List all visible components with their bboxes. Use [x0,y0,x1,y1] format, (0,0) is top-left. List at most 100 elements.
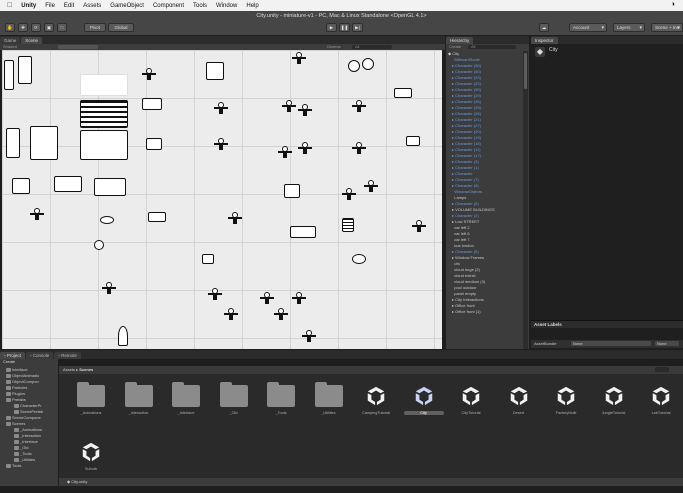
character-sprite[interactable] [364,180,378,192]
step-button[interactable]: ▶| [352,23,363,32]
door-sprite[interactable] [18,56,32,84]
character-sprite[interactable] [292,292,306,304]
tree-sprite[interactable] [118,326,128,346]
rotate-tool-button[interactable]: ⟳ [31,23,41,32]
tab-scene[interactable]: Scene [21,37,43,44]
menu-help[interactable]: Help [246,3,258,9]
asset-folder[interactable]: _Interface [166,382,206,415]
assetbundle-variant-dropdown[interactable]: None [655,341,679,346]
asset-scene[interactable]: JungleTutorial [594,385,634,415]
app-menu[interactable]: Unity [21,3,36,9]
car-sprite[interactable] [290,226,316,238]
asset-folder[interactable]: _Tools [261,382,301,415]
menu-component[interactable]: Component [153,3,184,9]
crate-sprite[interactable] [202,254,214,264]
play-button[interactable]: ▶ [326,23,337,32]
asset-scene[interactable]: FactoryMulti [546,385,586,415]
scrollbar-thumb[interactable] [524,53,527,89]
window-frame-sprite[interactable] [80,130,128,160]
window-sprite[interactable] [6,128,20,158]
window-blank-sprite[interactable] [80,74,128,96]
global-toggle[interactable]: Global [108,23,134,32]
character-sprite[interactable] [292,52,306,64]
menu-tools[interactable]: Tools [193,3,207,9]
asset-scene[interactable]: Suburb [71,441,111,471]
pivot-toggle[interactable]: Pivot [84,23,106,32]
tab-inspector[interactable]: Inspector [531,37,558,44]
washing-machine-sprite[interactable] [206,62,224,80]
hierarchy-row[interactable]: ▸ Office front (1) [446,309,522,315]
bench-sprite[interactable] [406,136,420,146]
asset-folder[interactable]: _Interaction [119,382,159,415]
character-sprite[interactable] [352,100,366,112]
box-sprite[interactable] [12,178,30,194]
asset-scene[interactable]: Desert [499,385,539,415]
layout-dropdown[interactable]: Scene + Ins [651,23,683,32]
sofa-sprite[interactable] [142,98,162,110]
project-tree-item[interactable]: Tools [0,463,58,469]
window-sprite[interactable] [30,126,58,160]
hierarchy-search-input[interactable]: All [468,45,516,49]
asset-scene[interactable]: CityTutorial [451,385,491,415]
wheel-sprite[interactable] [362,58,374,70]
character-sprite[interactable] [224,308,238,320]
board-sprite[interactable] [284,184,300,198]
asset-scene[interactable]: CampingTutorial [356,385,396,415]
shaded-dropdown[interactable]: Shaded [3,44,17,49]
asset-folder[interactable]: _Utilities [309,382,349,415]
character-sprite[interactable] [142,68,156,80]
breadcrumb-assets[interactable]: Assets [63,367,75,372]
character-sprite[interactable] [342,188,356,200]
character-sprite[interactable] [282,100,296,112]
breadcrumb-scenes[interactable]: Scenes [79,367,93,372]
vehicle-sprite[interactable] [394,88,412,98]
character-sprite[interactable] [298,104,312,116]
asset-folder[interactable]: _Old [214,382,254,415]
machine-sprite[interactable] [148,212,166,222]
status-icon[interactable]: ◑ [671,1,675,8]
scene-view-toggles[interactable] [58,45,98,49]
tab-remote[interactable]: ▫ Remote [54,352,81,359]
boat-sprite[interactable] [100,216,114,224]
asset-search-input[interactable] [655,367,669,372]
sign-sprite[interactable] [54,176,82,192]
stack-sprite[interactable] [342,218,354,232]
tab-hierarchy[interactable]: Hierarchy [446,37,474,44]
menu-assets[interactable]: Assets [83,3,101,9]
project-create-button[interactable]: Create [0,359,58,365]
wheel-sprite[interactable] [348,60,360,72]
scale-tool-button[interactable]: ▣ [44,23,54,32]
character-sprite[interactable] [274,308,288,320]
menu-file[interactable]: File [45,3,55,9]
sign-sprite[interactable] [94,178,126,196]
assetbundle-dropdown[interactable]: None [571,341,651,346]
character-sprite[interactable] [298,142,312,154]
layers-dropdown[interactable]: Layers [613,23,645,32]
scene-viewport[interactable] [2,50,442,349]
character-sprite[interactable] [412,220,426,232]
character-sprite[interactable] [352,142,366,154]
tab-game[interactable]: Game [0,37,21,44]
menu-edit[interactable]: Edit [64,3,74,9]
round-sprite[interactable] [94,240,104,250]
desk-sprite[interactable] [146,138,162,150]
character-sprite[interactable] [260,292,274,304]
account-dropdown[interactable]: Account [569,23,607,32]
menu-gameobject[interactable]: GameObject [110,3,144,9]
apple-icon[interactable]:  [7,2,12,9]
rect-tool-button[interactable]: □ [57,23,67,32]
tab-project[interactable]: ▫ Project [0,352,25,359]
character-sprite[interactable] [214,138,228,150]
cloud-icon[interactable]: ☁ [539,23,549,32]
move-tool-button[interactable]: ✚ [18,23,28,32]
asset-labels-header[interactable]: Asset Labels [531,320,683,328]
character-sprite[interactable] [208,288,222,300]
table-sprite[interactable] [352,254,366,264]
character-sprite[interactable] [302,330,316,342]
hand-tool-button[interactable]: ✋ [5,23,15,32]
tab-console[interactable]: ▫ Console [25,352,54,359]
scene-search-input[interactable]: All [352,45,392,49]
hierarchy-scrollbar[interactable] [523,51,528,349]
door-sprite[interactable] [4,60,14,90]
pause-button[interactable]: ❚❚ [339,23,350,32]
